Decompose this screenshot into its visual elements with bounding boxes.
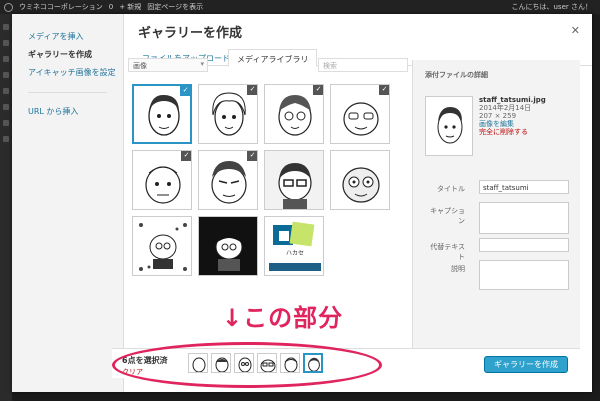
attachment[interactable]: ✓	[132, 150, 192, 210]
face-thumbnail	[199, 217, 257, 275]
check-icon[interactable]: ✓	[181, 151, 191, 161]
attachment-details: 添付ファイルの詳細 staff_tatsumi.jpg 2014年2月14日 2…	[412, 60, 580, 348]
attachment[interactable]	[132, 216, 192, 276]
media-type-filter[interactable]: 画像	[128, 58, 208, 72]
title-field[interactable]: staff_tatsumi	[479, 180, 569, 194]
menu-icon[interactable]	[3, 104, 9, 110]
description-field[interactable]	[479, 260, 569, 290]
attachment[interactable]: ✓	[198, 150, 258, 210]
check-icon[interactable]: ✓	[247, 85, 257, 95]
attachment[interactable]: ✓	[198, 84, 258, 144]
attachment[interactable]: ✓	[264, 84, 324, 144]
check-icon[interactable]: ✓	[313, 85, 323, 95]
details-date: 2014年2月14日	[479, 104, 532, 112]
check-icon[interactable]: ✓	[180, 86, 190, 96]
annotation-text: ↓この部分	[222, 304, 344, 332]
title-label: タイトル	[437, 185, 465, 193]
menu-icon[interactable]	[3, 40, 9, 46]
face-thumbnail	[426, 97, 472, 155]
menu-icon[interactable]	[3, 56, 9, 62]
comments-count[interactable]: 0	[109, 3, 113, 11]
details-thumbnail	[425, 96, 473, 156]
search-input[interactable]: 検索	[318, 58, 408, 72]
attachment[interactable]	[264, 150, 324, 210]
admin-bar: ウミネココーポレーション 0 + 新規 固定ページを表示 こんにちは、user …	[0, 0, 600, 14]
face-thumbnail	[331, 151, 389, 209]
greeting[interactable]: こんにちは、user さん！	[512, 2, 600, 12]
hakase-label: ハカセ	[286, 250, 304, 257]
menu-icon[interactable]	[3, 120, 9, 126]
details-dimensions: 207 × 259	[479, 112, 517, 120]
alt-text-label: 代替テキスト	[430, 243, 465, 261]
modal-title: ギャラリーを作成	[138, 26, 243, 41]
site-name[interactable]: ウミネココーポレーション	[19, 2, 103, 12]
description-label: 説明	[451, 265, 465, 273]
menu-insert-media[interactable]: メディアを挿入	[12, 28, 123, 46]
tab-media-library[interactable]: メディアライブラリ	[228, 49, 318, 67]
menu-icon[interactable]	[3, 136, 9, 142]
alt-text-field[interactable]	[479, 238, 569, 252]
details-meta: staff_tatsumi.jpg 2014年2月14日 207 × 259 画…	[479, 96, 546, 136]
view-page-link[interactable]: 固定ページを表示	[147, 2, 203, 12]
face-thumbnail	[265, 151, 323, 209]
face-thumbnail	[133, 217, 191, 275]
attachment[interactable]	[198, 216, 258, 276]
attachment[interactable]: ✓	[132, 84, 192, 144]
delete-permanently-link[interactable]: 完全に削除する	[479, 128, 546, 136]
annotation-ellipse	[112, 342, 382, 388]
new-menu[interactable]: + 新規	[119, 2, 141, 12]
menu-insert-from-url[interactable]: URL から挿入	[12, 103, 123, 121]
attachment[interactable]	[330, 150, 390, 210]
check-icon[interactable]: ✓	[247, 151, 257, 161]
edit-image-link[interactable]: 画像を編集	[479, 120, 546, 128]
menu-icon[interactable]	[3, 88, 9, 94]
check-icon[interactable]: ✓	[379, 85, 389, 95]
attachment[interactable]: ハカセ	[264, 216, 324, 276]
menu-icon[interactable]	[3, 24, 9, 30]
details-heading: 添付ファイルの詳細	[425, 71, 488, 79]
attachment[interactable]: ✓	[330, 84, 390, 144]
close-icon[interactable]: ✕	[571, 24, 580, 37]
details-filename: staff_tatsumi.jpg	[479, 96, 546, 104]
wordpress-logo-icon[interactable]	[4, 2, 13, 12]
caption-label: キャプション	[430, 207, 465, 225]
menu-icon[interactable]	[3, 72, 9, 78]
logo-thumbnail: ハカセ	[265, 217, 323, 275]
menu-create-gallery[interactable]: ギャラリーを作成	[12, 46, 123, 64]
menu-set-featured-image[interactable]: アイキャッチ画像を設定	[12, 64, 123, 82]
menu-separator	[28, 92, 107, 93]
admin-sidebar	[0, 14, 12, 401]
caption-field[interactable]	[479, 202, 569, 234]
media-menu: メディアを挿入 ギャラリーを作成 アイキャッチ画像を設定 URL から挿入	[12, 14, 124, 392]
create-gallery-button[interactable]: ギャラリーを作成	[484, 356, 568, 373]
